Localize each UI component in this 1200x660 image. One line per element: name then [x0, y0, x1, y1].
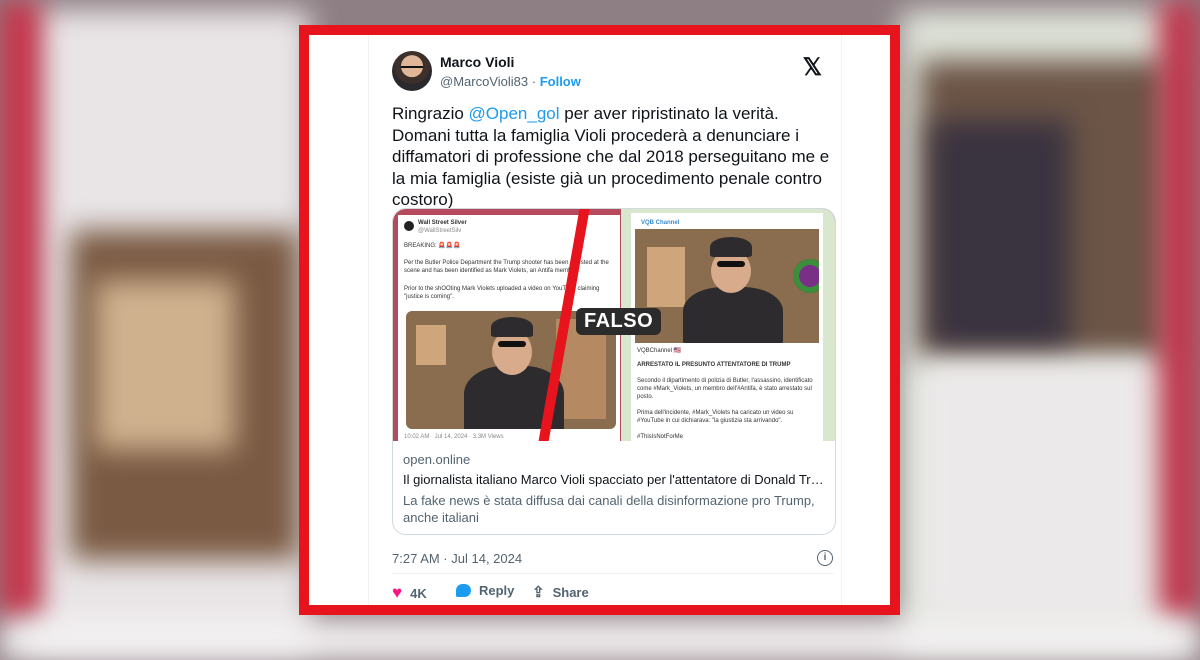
reply-label: Reply: [479, 583, 515, 598]
heart-icon: ♥: [392, 583, 403, 602]
channel-logo-icon: [793, 259, 819, 293]
share-icon: ⇪: [532, 584, 545, 601]
info-icon[interactable]: i: [817, 550, 833, 566]
mention-link[interactable]: @Open_gol: [469, 104, 560, 123]
avatar[interactable]: [392, 51, 432, 91]
preview-left-account: Wall Street Silver: [418, 220, 467, 226]
falso-stamp: FALSO: [576, 308, 662, 335]
tweet-text-before: Ringrazio: [392, 104, 469, 123]
share-label: Share: [552, 584, 589, 600]
preview-right-photo: [635, 229, 819, 343]
action-bar: ♥ 4K Reply ⇪ Share: [392, 583, 832, 605]
preview-left-handle: @WallStreetSilv: [418, 228, 462, 234]
preview-right-line2: Prima dell'incidente, #Mark_Violets ha c…: [637, 410, 794, 424]
handle-row: @MarcoVioli83 · Follow: [440, 74, 581, 89]
red-highlight-frame: Marco Violi @MarcoVioli83 · Follow 𝕏 Rin…: [299, 25, 900, 615]
bottom-divider: [369, 610, 841, 611]
preview-right-line1: Secondo il dipartimento di polizia di Bu…: [637, 378, 813, 400]
tweet-timestamp[interactable]: 7:27 AM · Jul 14, 2024: [392, 551, 522, 566]
author-handle[interactable]: @MarcoVioli83: [440, 74, 528, 89]
separator-dot: ·: [531, 74, 537, 89]
preview-right-hashtag: #ThisIsNotForMe: [637, 434, 684, 440]
preview-right-channel: VQB Channel: [641, 220, 680, 226]
link-preview-card[interactable]: Wall Street Silver @WallStreetSilv BREAK…: [392, 208, 836, 535]
divider: [392, 573, 834, 574]
author-name[interactable]: Marco Violi: [440, 54, 514, 70]
link-title[interactable]: Il giornalista italiano Marco Violi spac…: [403, 472, 828, 487]
x-logo-icon[interactable]: 𝕏: [803, 53, 822, 82]
reply-button[interactable]: Reply: [456, 583, 514, 598]
tweet-text: Ringrazio @Open_gol per aver ripristinat…: [392, 103, 832, 211]
like-count: 4K: [410, 585, 427, 601]
follow-button[interactable]: Follow: [540, 74, 581, 89]
preview-right-channel-short: VQBChannel 🇺🇸: [637, 348, 682, 354]
preview-left-line2: Prior to the shOOting Mark Violets uploa…: [404, 286, 600, 300]
reply-icon: [456, 584, 471, 597]
preview-left-breaking: BREAKING: 🚨🚨🚨: [404, 243, 461, 249]
tweet-card: Marco Violi @MarcoVioli83 · Follow 𝕏 Rin…: [368, 35, 842, 611]
link-description: La fake news è stata diffusa dai canali …: [403, 493, 815, 525]
preview-right-headline: ARRESTATO IL PRESUNTO ATTENTATORE DI TRU…: [637, 362, 791, 368]
tweet-header: Marco Violi @MarcoVioli83 · Follow 𝕏: [392, 51, 822, 99]
link-domain: open.online: [403, 452, 471, 467]
preview-left-line1: Per the Butler Police Department the Tru…: [404, 260, 609, 274]
preview-left-footer: 10:02 AM · Jul 14, 2024 · 3.3M Views: [404, 434, 504, 440]
like-button[interactable]: ♥ 4K: [392, 583, 427, 603]
share-button[interactable]: ⇪ Share: [532, 583, 589, 601]
link-preview-image: Wall Street Silver @WallStreetSilv BREAK…: [393, 209, 835, 441]
